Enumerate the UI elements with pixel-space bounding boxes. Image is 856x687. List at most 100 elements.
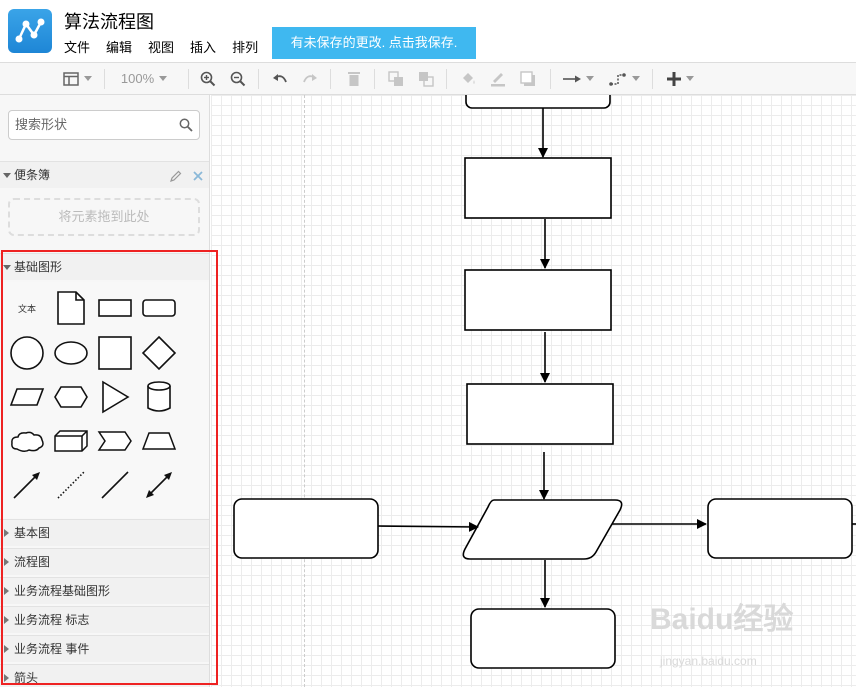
dotted-line-shape[interactable] [51,465,91,505]
scratchpad-header[interactable]: 便条簿 [0,161,209,188]
cloud-icon [11,431,44,453]
toolbar-divider [550,69,551,89]
collapsed-icon [4,674,9,682]
baidu-watermark-url: jingyan.baidu.com [660,654,757,668]
collapsed-icon [4,587,9,595]
shadow-button[interactable] [516,63,540,94]
chevron-shape-icon [97,431,132,451]
toolbar: 100% [0,62,856,95]
basic-shapes-title: 基础图形 [14,260,63,274]
square-icon [98,336,132,370]
line-shape[interactable] [95,465,135,505]
menu-file[interactable]: 文件 [64,37,90,56]
redo-icon [303,73,317,82]
flow-node-top[interactable] [465,95,611,109]
shapes-sidebar: 便条簿 将元素拖到此处 基础图形 文本 [0,95,210,687]
note-shape[interactable] [51,288,91,328]
sidebar-section-flowchart[interactable]: 流程图 [0,548,209,575]
flow-edge[interactable] [377,521,479,532]
scratchpad-dropzone[interactable]: 将元素拖到此处 [8,198,200,236]
search-icon[interactable] [179,118,193,135]
flow-node-bottom[interactable] [470,608,616,669]
step-shape[interactable] [95,421,135,461]
sidebar-section-arrows[interactable]: 箭头 [0,664,209,687]
flow-node-process-3[interactable] [466,383,614,445]
menu-arrange[interactable]: 排列 [232,37,258,56]
zoom-in-button[interactable] [196,63,220,94]
fill-color-button[interactable] [456,63,480,94]
baidu-watermark: Baidu经验 [650,603,794,636]
to-back-button[interactable] [414,63,438,94]
connection-style-button[interactable] [558,63,598,94]
rounded-rectangle-shape[interactable] [139,288,179,328]
cylinder-shape[interactable] [139,377,179,417]
shape-search-input[interactable] [15,117,175,132]
delete-button[interactable] [342,63,366,94]
toolbar-divider [188,69,189,89]
line-color-button[interactable] [486,63,510,94]
ellipse-shape[interactable] [51,333,91,373]
sidebar-section-basic-diagram[interactable]: 基本图 [0,519,209,546]
app-logo [8,9,52,53]
flow-node-right[interactable] [707,498,853,559]
expanded-icon [3,265,11,270]
document-title[interactable]: 算法流程图 [64,8,154,34]
flow-node-left[interactable] [233,498,379,559]
circle-shape[interactable] [7,333,47,373]
square-shape[interactable] [95,333,135,373]
basic-shapes-header[interactable]: 基础图形 [0,253,209,280]
toolbar-divider [258,69,259,89]
logo-icon [15,18,45,43]
toolbar-divider [330,69,331,89]
to-front-button[interactable] [384,63,408,94]
triangle-icon [102,380,130,414]
insert-button[interactable] [660,63,700,94]
sidebar-section-bpmn-markers[interactable]: 业务流程 标志 [0,606,209,633]
trash-icon [348,72,360,86]
toolbar-divider [374,69,375,89]
send-to-back-icon [419,71,434,87]
waypoints-button[interactable] [604,63,644,94]
undo-button[interactable] [268,63,292,94]
flow-node-process-1[interactable] [464,157,612,219]
cube-shape[interactable] [51,421,91,461]
flow-node-process-2[interactable] [464,269,612,331]
zoom-select[interactable]: 100% [112,63,176,94]
sidebar-section-bpmn-events[interactable]: 业务流程 事件 [0,635,209,662]
directional-arrow-shape[interactable] [7,465,47,505]
chevron-down-icon [685,76,694,81]
app-window: 算法流程图 文件 编辑 视图 插入 排列 有未保存的更改. 点击我保存. 100… [0,0,856,687]
triangle-shape[interactable] [95,377,135,417]
pencil-icon [491,72,505,86]
parallelogram-shape[interactable] [7,377,47,417]
redo-button[interactable] [298,63,322,94]
close-icon[interactable] [193,171,203,181]
flow-node-io[interactable] [462,499,623,560]
menu-view[interactable]: 视图 [148,37,174,56]
format-panel-button[interactable] [58,63,96,94]
rectangle-shape[interactable] [95,288,135,328]
scratchpad-title: 便条簿 [14,168,51,182]
double-arrow-icon [146,472,172,498]
menu-edit[interactable]: 编辑 [106,37,132,56]
unsaved-changes-banner[interactable]: 有未保存的更改. 点击我保存. [272,27,476,59]
zoom-out-button[interactable] [226,63,250,94]
edit-icon[interactable] [169,170,182,182]
hexagon-shape[interactable] [51,377,91,417]
bidirectional-arrow-shape[interactable] [139,465,179,505]
zoom-value: 100% [120,71,155,86]
parallelogram-icon [9,388,45,406]
chevron-down-icon [83,76,92,81]
sidebar-section-bpmn-general[interactable]: 业务流程基础图形 [0,577,209,604]
chevron-down-icon [631,76,640,81]
zoom-out-icon [230,71,246,86]
menu-insert[interactable]: 插入 [190,37,216,56]
cloud-shape[interactable] [7,421,47,461]
arrow-right-icon [562,75,581,82]
toolbar-divider [446,69,447,89]
diamond-shape[interactable] [139,333,179,373]
section-label: 业务流程基础图形 [14,584,111,598]
arrow-diagonal-icon [13,472,40,499]
trapezoid-shape[interactable] [139,421,179,461]
text-shape[interactable]: 文本 [7,288,47,328]
